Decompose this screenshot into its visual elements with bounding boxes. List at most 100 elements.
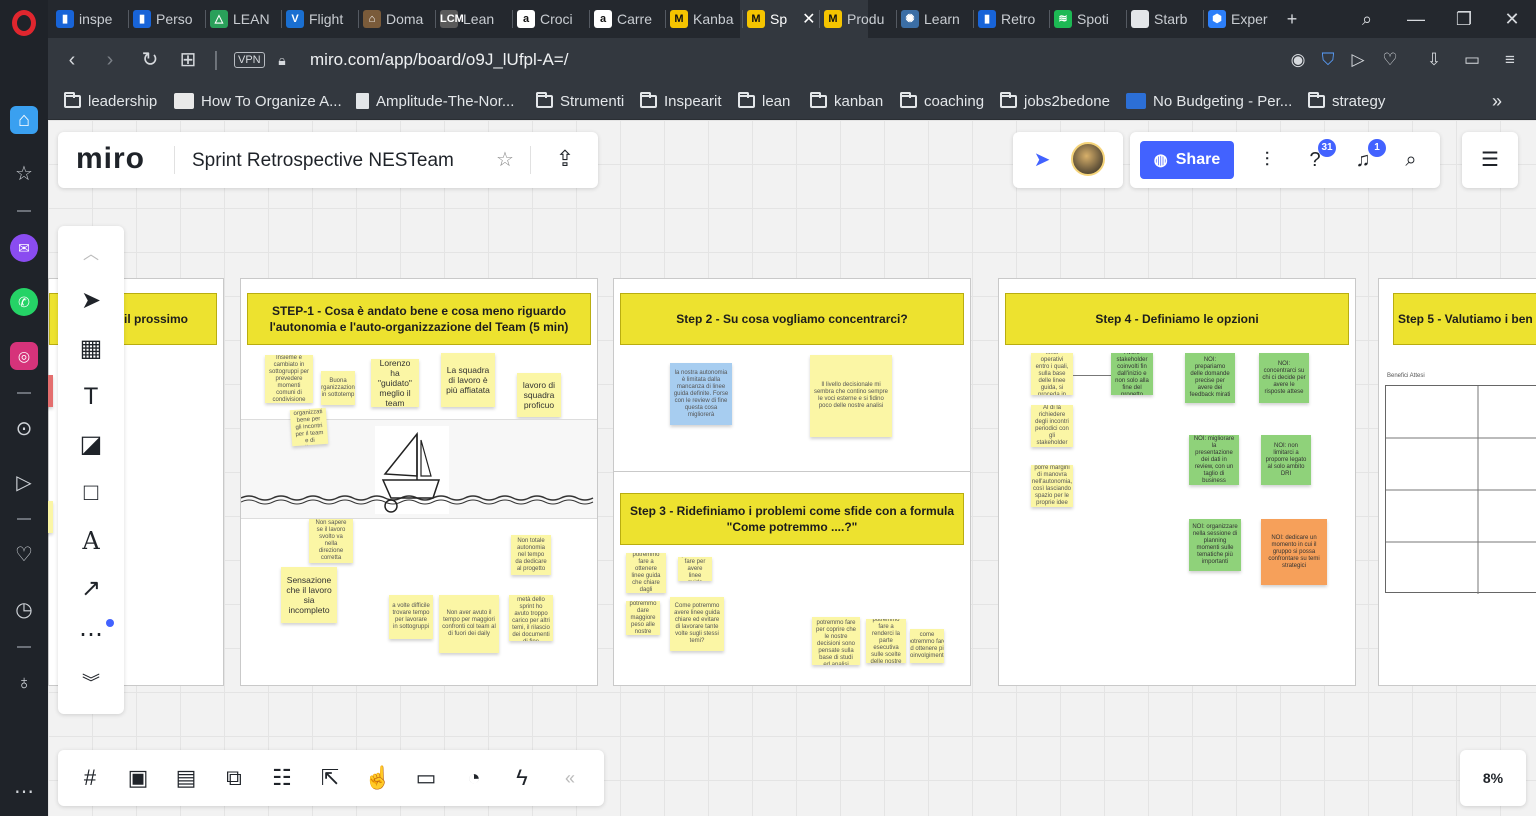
sticky-note[interactable]: come potremmo fare a ottenere linee guid… bbox=[626, 553, 666, 593]
bookmark-3[interactable]: Strumenti bbox=[536, 91, 624, 111]
tab-5[interactable]: LCM Lean bbox=[440, 6, 508, 32]
follow-cursor-icon[interactable]: ➤ bbox=[1029, 147, 1055, 173]
sticky-note[interactable]: come potremmo fare per coprire che le no… bbox=[812, 617, 860, 665]
sticky-note[interactable] bbox=[48, 375, 53, 407]
lightbulb-icon[interactable]: ♁ bbox=[10, 669, 38, 697]
frame-step-1[interactable]: STEP-1 - Cosa è andato bene e cosa meno … bbox=[240, 278, 598, 686]
battery-icon[interactable]: ▭ bbox=[1460, 49, 1484, 71]
sticky-note[interactable]: NOI: non limitarci a proporre legato al … bbox=[1261, 435, 1311, 485]
bookmark-2[interactable]: Amplitude-The-Nor... bbox=[356, 91, 514, 111]
more-icon[interactable]: ⋯ bbox=[10, 778, 38, 806]
sticky-note[interactable]: Sensazione che il lavoro sia incompleto bbox=[281, 567, 337, 623]
bookmark-heart-icon[interactable]: ♡ bbox=[1378, 49, 1402, 71]
sticky-note[interactable]: Decidere dei limiti operativi entro i qu… bbox=[1031, 353, 1073, 395]
player-icon[interactable]: ⊙ bbox=[10, 415, 38, 443]
tab-15[interactable]: ⬢ Exper bbox=[1208, 6, 1276, 32]
sticky-note[interactable]: NOI: migliorare la presentazione dei dat… bbox=[1189, 435, 1239, 485]
sticky-note[interactable]: Non aver avuto il tempo per maggiori con… bbox=[439, 595, 499, 653]
url-field[interactable]: miro.com/app/board/o9J_lUfpl-A=/ bbox=[310, 50, 568, 70]
text-icon[interactable]: T bbox=[74, 380, 108, 414]
document-panel-icon[interactable]: ☰ bbox=[1477, 147, 1503, 173]
tab-11[interactable]: ✺ Learn bbox=[901, 6, 969, 32]
sticky-note[interactable]: come potremmo fare a renderci la parte e… bbox=[866, 619, 906, 663]
collapse-up-icon[interactable]: ︿ bbox=[74, 238, 108, 272]
settings-menu-icon[interactable]: ≡ bbox=[1498, 49, 1522, 71]
opera-logo-icon[interactable] bbox=[12, 10, 36, 36]
comments-icon[interactable]: ▤ bbox=[170, 762, 202, 794]
sticky-note[interactable]: come potremmo dare maggiore peso alle no… bbox=[626, 601, 660, 635]
sticky-note[interactable]: come potremmo fare per avere linee guida… bbox=[678, 557, 712, 581]
collapse-toolbar-icon[interactable]: « bbox=[554, 762, 586, 794]
tab-3[interactable]: V Flight bbox=[286, 6, 354, 32]
tab-12[interactable]: ▮ Retro bbox=[978, 6, 1046, 32]
sticky-note[interactable]: Avere stakeholder coinvolti fin dall'ini… bbox=[1111, 353, 1153, 395]
bookmark-6[interactable]: kanban bbox=[810, 91, 883, 111]
sticky-note-icon[interactable]: ◪ bbox=[74, 428, 108, 462]
pen-icon[interactable]: A bbox=[74, 524, 108, 558]
tab-14[interactable]: Starb bbox=[1131, 6, 1199, 32]
bookmark-1[interactable]: How To Organize A... bbox=[174, 91, 342, 111]
miro-logo[interactable]: miro bbox=[76, 142, 145, 176]
frame-step-4[interactable]: Step 4 - Definiamo le opzioni Decidere d… bbox=[998, 278, 1356, 686]
sticky-note[interactable]: lavoro di squadra proficuo bbox=[517, 373, 561, 417]
tab-8[interactable]: M Kanba bbox=[670, 6, 738, 32]
lock-icon[interactable]: 🔒︎ bbox=[268, 47, 296, 73]
reload-icon[interactable]: ↻ bbox=[136, 47, 164, 73]
bookmark-8[interactable]: jobs2bedone bbox=[1000, 91, 1110, 111]
tab-10[interactable]: M Produ bbox=[824, 6, 892, 32]
actions-icon[interactable]: ϟ bbox=[506, 762, 538, 794]
speed-dial-icon[interactable]: ⊞ bbox=[174, 47, 202, 73]
settings-sliders-icon[interactable]: ⫶ bbox=[1254, 147, 1280, 173]
search-icon[interactable]: ⌕ bbox=[1398, 147, 1424, 173]
select-icon[interactable]: ➤ bbox=[74, 284, 108, 318]
templates-icon[interactable]: ▦ bbox=[74, 332, 108, 366]
heart-icon[interactable]: ♡ bbox=[10, 541, 38, 569]
adblock-shield-icon[interactable]: ⛉ bbox=[1316, 49, 1340, 71]
tab-0[interactable]: ▮ inspe bbox=[56, 6, 124, 32]
cards-icon[interactable]: ☷ bbox=[266, 762, 298, 794]
timer-icon[interactable]: ◔ bbox=[458, 762, 490, 794]
sticky-note[interactable]: Insieme è cambiato in sottogruppi per pr… bbox=[265, 355, 313, 403]
restore-icon[interactable]: ❐ bbox=[1450, 6, 1478, 32]
sticky-note[interactable]: Come potremmo avere linee guida chiare e… bbox=[670, 597, 724, 651]
whatsapp-icon[interactable]: ✆ bbox=[10, 288, 38, 316]
bookmark-9[interactable]: No Budgeting - Per... bbox=[1126, 91, 1292, 111]
presentation-icon[interactable]: ▣ bbox=[122, 762, 154, 794]
export-icon[interactable]: ⇪ bbox=[552, 146, 578, 172]
tab-6[interactable]: a Croci bbox=[517, 6, 585, 32]
sticky-note[interactable]: Non totale autonomia nel tempo da dedica… bbox=[511, 535, 551, 575]
zoom-level[interactable]: 8% bbox=[1460, 750, 1526, 806]
star-icon[interactable]: ☆ bbox=[492, 147, 518, 173]
tab-2[interactable]: △ LEAN bbox=[210, 6, 278, 32]
shape-icon[interactable]: □ bbox=[74, 476, 108, 510]
more-bookmarks-icon[interactable]: » bbox=[1492, 91, 1502, 111]
frames-icon[interactable]: # bbox=[74, 762, 106, 794]
forward-icon[interactable]: › bbox=[96, 47, 124, 73]
send-to-icon[interactable]: ▷ bbox=[1346, 49, 1370, 71]
new-tab-button[interactable]: + bbox=[1278, 6, 1306, 32]
download-icon[interactable]: ⇩ bbox=[1422, 49, 1446, 71]
sticky-note[interactable]: NOI: organizzare nella sessione di plann… bbox=[1189, 519, 1241, 571]
camera-icon[interactable]: ◉ bbox=[1286, 49, 1310, 71]
share-screen-icon[interactable]: ⇱ bbox=[314, 762, 346, 794]
frame-step-5[interactable]: Step 5 - Valutiamo i ben Benefici Attesi bbox=[1378, 278, 1536, 686]
sticky-note[interactable]: Il livello decisionale mi sembra che con… bbox=[810, 355, 892, 437]
sticky-note[interactable]: Al di là richiedere degli incontri perio… bbox=[1031, 405, 1073, 447]
sticky-note[interactable]: Buona organizzazione in sottotemp bbox=[321, 371, 355, 405]
sticky-note[interactable]: NOI: dedicare un momento in cui il grupp… bbox=[1261, 519, 1327, 585]
history-icon[interactable]: ◷ bbox=[10, 596, 38, 624]
video-icon[interactable]: ▭ bbox=[410, 762, 442, 794]
sticky-note[interactable]: dalla seconda metà dello sprint ho avuto… bbox=[509, 595, 553, 641]
bookmark-5[interactable]: lean bbox=[738, 91, 790, 111]
sticky-note[interactable]: Siamo più organizzati bene per gli incon… bbox=[289, 407, 329, 447]
evaluation-table[interactable] bbox=[1385, 385, 1536, 594]
bookmark-0[interactable]: leadership bbox=[64, 91, 157, 111]
more-tools-icon[interactable]: ⋯ bbox=[74, 618, 108, 652]
vpn-badge[interactable]: VPN bbox=[234, 52, 265, 68]
sticky-note[interactable]: Lorenzo ha "guidato" meglio il team bbox=[371, 359, 419, 407]
close-window-icon[interactable]: ✕ bbox=[1498, 6, 1526, 32]
instagram-icon[interactable]: ◎ bbox=[10, 342, 38, 370]
voting-icon[interactable]: ☝ bbox=[362, 762, 394, 794]
sticky-note[interactable]: la nostra autonomia è limitata dalla man… bbox=[670, 363, 732, 425]
tab-1[interactable]: ▮ Perso bbox=[133, 6, 201, 32]
